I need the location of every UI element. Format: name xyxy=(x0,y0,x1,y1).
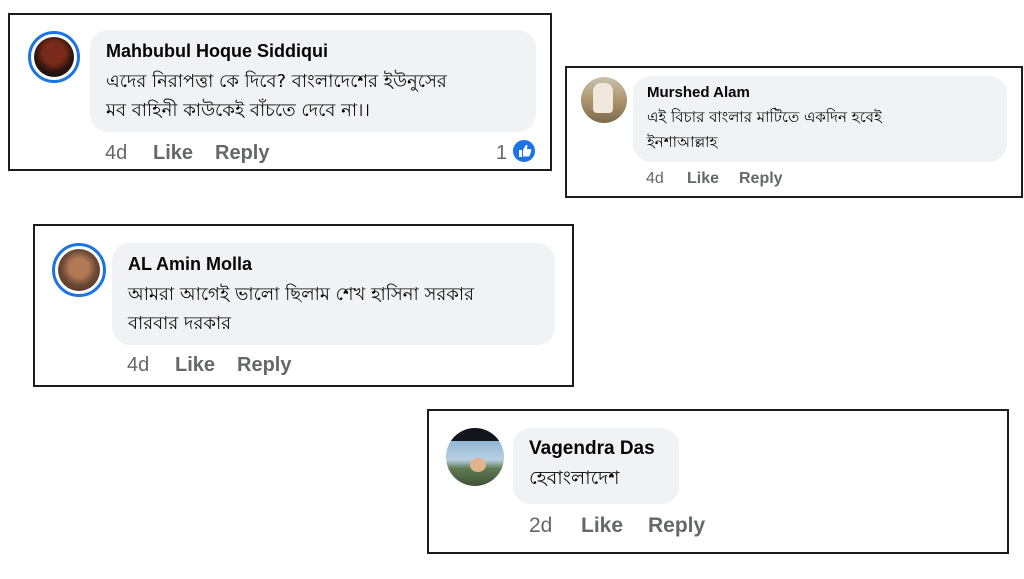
comment-text: হেবাংলাদেশ xyxy=(529,467,620,489)
reaction-count[interactable]: 1 xyxy=(496,142,507,165)
comment-card: Murshed Alam এই বিচার বাংলার মাটিতে একদি… xyxy=(565,66,1023,198)
comment-timestamp[interactable]: 2d xyxy=(529,514,552,538)
comment-author[interactable]: AL Amin Molla xyxy=(128,254,252,275)
comment-timestamp[interactable]: 4d xyxy=(646,170,664,188)
comment-timestamp[interactable]: 4d xyxy=(105,142,127,165)
comment-author[interactable]: Vagendra Das xyxy=(529,438,655,460)
reply-button[interactable]: Reply xyxy=(215,142,269,165)
comment-text: এদের নিরাপত্তা কে দিবে? বাংলাদেশের ইউনুস… xyxy=(106,71,447,121)
thumbs-up-icon[interactable] xyxy=(511,138,537,164)
comment-card: AL Amin Molla আমরা আগেই ভালো ছিলাম শেখ হ… xyxy=(33,224,574,387)
comment-card: Vagendra Das হেবাংলাদেশ 2d Like Reply xyxy=(427,409,1009,554)
reply-button[interactable]: Reply xyxy=(237,354,291,377)
like-button[interactable]: Like xyxy=(153,142,193,165)
avatar[interactable] xyxy=(28,31,80,83)
comment-text: আমরা আগেই ভালো ছিলাম শেখ হাসিনা সরকার বা… xyxy=(128,284,474,334)
comment-timestamp[interactable]: 4d xyxy=(127,354,149,377)
like-button[interactable]: Like xyxy=(687,170,719,188)
like-button[interactable]: Like xyxy=(175,354,215,377)
comment-author[interactable]: Mahbubul Hoque Siddiqui xyxy=(106,41,328,62)
comment-text: এই বিচার বাংলার মাটিতে একদিন হবেই ইনশাআল… xyxy=(647,108,882,151)
avatar[interactable] xyxy=(446,428,504,486)
comment-card: Mahbubul Hoque Siddiqui এদের নিরাপত্তা ক… xyxy=(8,13,552,171)
comment-author[interactable]: Murshed Alam xyxy=(647,84,750,101)
avatar[interactable] xyxy=(581,77,627,123)
reply-button[interactable]: Reply xyxy=(739,170,783,188)
like-button[interactable]: Like xyxy=(581,514,623,538)
avatar[interactable] xyxy=(52,243,106,297)
reply-button[interactable]: Reply xyxy=(648,514,705,538)
